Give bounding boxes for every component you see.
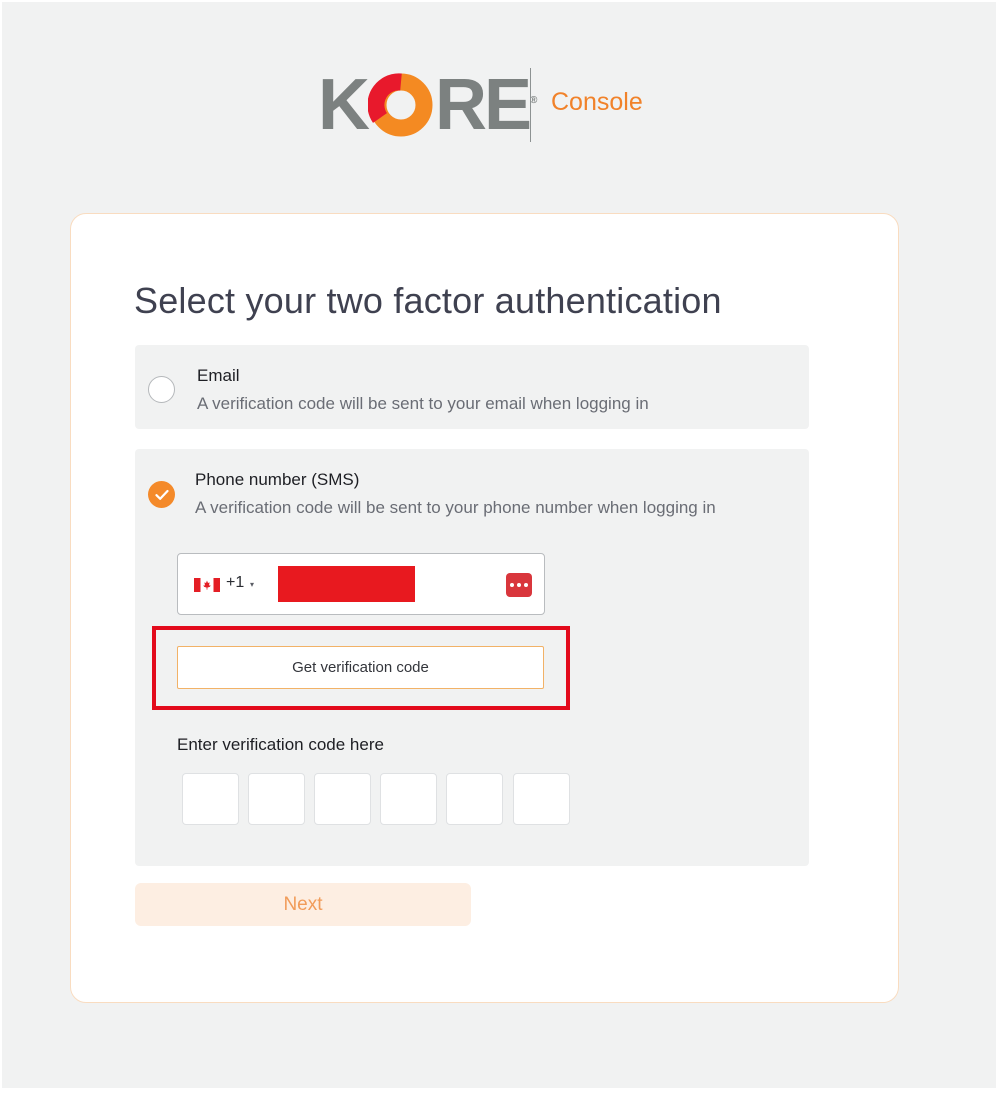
email-radio[interactable] (148, 376, 175, 403)
product-name: Console (551, 88, 643, 116)
logo-letters-re: RE (435, 65, 532, 145)
checkmark-icon (154, 489, 169, 500)
dial-code[interactable]: +1 (226, 574, 244, 592)
get-verification-code-button[interactable]: Get verification code (177, 646, 544, 689)
option-email[interactable]: Email A verification code will be sent t… (135, 345, 809, 429)
code-digit-input-5[interactable] (446, 773, 503, 825)
sms-option-title: Phone number (SMS) (195, 470, 360, 489)
code-digit-input-4[interactable] (380, 773, 437, 825)
logo-wordmark: K RE ® (318, 65, 538, 145)
sms-option-description: A verification code will be sent to your… (195, 498, 716, 517)
phone-number-input[interactable]: +1 ▾ (177, 553, 545, 615)
kore-logo: K RE ® (318, 69, 538, 141)
code-digit-input-3[interactable] (314, 773, 371, 825)
email-option-title: Email (197, 366, 240, 385)
dot-icon (510, 583, 514, 587)
code-digit-input-2[interactable] (248, 773, 305, 825)
dot-icon (517, 583, 521, 587)
logo-letter-k: K (318, 65, 370, 145)
code-digit-input-1[interactable] (182, 773, 239, 825)
phone-number-redacted[interactable] (278, 566, 415, 602)
password-dots-icon[interactable] (506, 573, 532, 597)
dot-icon (524, 583, 528, 587)
logo-o-mark (368, 73, 433, 137)
page-title: Select your two factor authentication (134, 280, 722, 321)
verification-code-label: Enter verification code here (177, 735, 384, 754)
next-button[interactable]: Next (135, 883, 471, 926)
logo-divider (530, 68, 531, 142)
canada-flag-icon[interactable] (194, 578, 220, 592)
chevron-down-icon[interactable]: ▾ (250, 580, 254, 589)
code-digit-input-6[interactable] (513, 773, 570, 825)
sms-radio-checked[interactable] (148, 481, 175, 508)
email-option-description: A verification code will be sent to your… (197, 394, 649, 413)
